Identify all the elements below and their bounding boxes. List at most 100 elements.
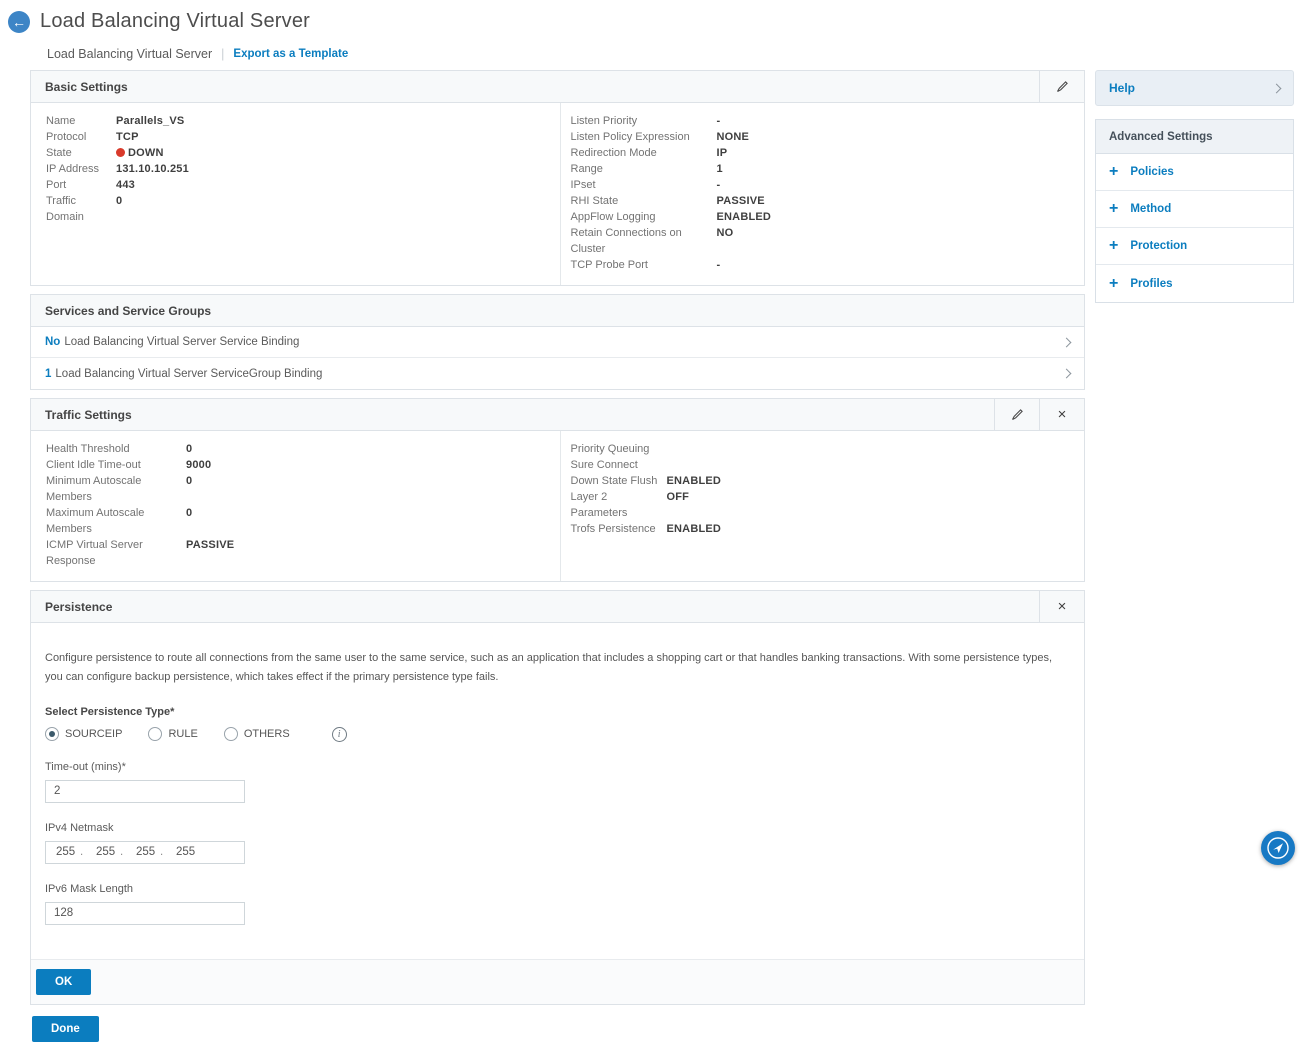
back-button[interactable]: ← [8, 11, 30, 33]
edit-traffic-settings-button[interactable] [994, 399, 1039, 430]
advanced-item-policies[interactable]: + Policies [1096, 154, 1293, 191]
ipv6-mask-field-group: IPv6 Mask Length [45, 883, 1070, 925]
persistence-footer: OK [31, 959, 1084, 1004]
advanced-item-label: Policies [1130, 166, 1173, 178]
field-value: 0 [186, 473, 192, 505]
field-value: IP [717, 145, 728, 161]
timeout-input[interactable] [45, 780, 245, 803]
close-persistence-button[interactable]: × [1039, 591, 1084, 622]
field-value: PASSIVE [186, 537, 234, 569]
detail-row: Listen Priority- [571, 113, 1085, 129]
field-label: State [46, 145, 116, 161]
services-card: Services and Service Groups No Load Bala… [30, 294, 1085, 390]
detail-row: Port443 [46, 177, 560, 193]
field-value: - [717, 113, 721, 129]
field-label: Layer 2 Parameters [571, 489, 667, 521]
plus-icon: + [1109, 238, 1118, 254]
field-value: ENABLED [667, 473, 722, 489]
field-value: 9000 [186, 457, 211, 473]
field-value: 0 [116, 193, 122, 225]
ipv4-netmask-input[interactable]: 255 . 255 . 255 . 255 [45, 841, 245, 864]
close-icon: × [1058, 406, 1067, 423]
plus-icon: + [1109, 201, 1118, 217]
detail-row: Retain Connections on ClusterNO [571, 225, 1085, 257]
field-label: Redirection Mode [571, 145, 717, 161]
detail-row: Minimum Autoscale Members0 [46, 473, 560, 505]
basic-settings-title: Basic Settings [31, 71, 1039, 102]
chevron-right-icon [1062, 337, 1072, 347]
breadcrumb: Load Balancing Virtual Server | Export a… [47, 47, 1307, 61]
ipv6-mask-input[interactable] [45, 902, 245, 925]
detail-row: NameParallels_VS [46, 113, 560, 129]
info-icon[interactable]: i [332, 727, 347, 742]
plus-icon: + [1109, 276, 1118, 292]
advanced-item-profiles[interactable]: + Profiles [1096, 265, 1293, 302]
octet[interactable]: 255 [56, 846, 80, 858]
chevron-right-icon [1272, 83, 1282, 93]
radio-sourceip[interactable]: SOURCEIP [45, 727, 122, 741]
detail-row: Down State FlushENABLED [571, 473, 1085, 489]
arrow-left-icon: ← [12, 15, 26, 29]
field-label: Sure Connect [571, 457, 667, 473]
state-indicator: DOWN [116, 145, 164, 161]
field-label: Retain Connections on Cluster [571, 225, 717, 257]
field-value: 1 [717, 161, 723, 177]
binding-text: Load Balancing Virtual Server Service Bi… [64, 336, 299, 348]
advanced-item-label: Protection [1130, 240, 1187, 252]
detail-row: ProtocolTCP [46, 129, 560, 145]
detail-row: RHI StatePASSIVE [571, 193, 1085, 209]
field-value: NONE [717, 129, 750, 145]
octet-separator: . [80, 846, 96, 858]
advanced-item-label: Profiles [1130, 278, 1172, 290]
persistence-type-radio-group: SOURCEIP RULE OTHERS i [45, 727, 1070, 742]
radio-rule[interactable]: RULE [148, 727, 197, 741]
advanced-item-label: Method [1130, 203, 1171, 215]
detail-row: TCP Probe Port- [571, 257, 1085, 273]
detail-row: Layer 2 ParametersOFF [571, 489, 1085, 521]
field-label: Port [46, 177, 116, 193]
field-value: TCP [116, 129, 139, 145]
radio-checked-icon [45, 727, 59, 741]
detail-row: Trofs PersistenceENABLED [571, 521, 1085, 537]
field-value: ENABLED [717, 209, 772, 225]
octet[interactable]: 255 [96, 846, 120, 858]
field-label: Down State Flush [571, 473, 667, 489]
traffic-settings-right-column: Priority Queuing Sure Connect Down State… [560, 431, 1085, 581]
radio-unchecked-icon [148, 727, 162, 741]
basic-settings-right-column: Listen Priority- Listen Policy Expressio… [560, 103, 1085, 285]
octet-separator: . [120, 846, 136, 858]
octet-separator: . [160, 846, 176, 858]
export-template-link[interactable]: Export as a Template [233, 48, 348, 60]
octet[interactable]: 255 [176, 846, 200, 858]
traffic-settings-card: Traffic Settings × Health Threshold0 Cli… [30, 398, 1085, 582]
field-label: Client Idle Time-out [46, 457, 186, 473]
servicegroup-binding-row[interactable]: 1 Load Balancing Virtual Server ServiceG… [31, 358, 1084, 389]
basic-settings-left-column: NameParallels_VS ProtocolTCP StateDOWN I… [31, 103, 560, 285]
traffic-settings-title: Traffic Settings [31, 399, 994, 430]
detail-row: IP Address131.10.10.251 [46, 161, 560, 177]
pencil-icon [1055, 79, 1070, 94]
edit-basic-settings-button[interactable] [1039, 71, 1084, 102]
field-label: Listen Policy Expression [571, 129, 717, 145]
right-sidebar: Help Advanced Settings + Policies + Meth… [1095, 70, 1294, 303]
persistence-description: Configure persistence to route all conne… [45, 649, 1070, 688]
field-label: Maximum Autoscale Members [46, 505, 186, 537]
plus-icon: + [1109, 164, 1118, 180]
field-label: ICMP Virtual Server Response [46, 537, 186, 569]
persistence-type-label: Select Persistence Type* [45, 706, 1070, 718]
close-traffic-settings-button[interactable]: × [1039, 399, 1084, 430]
field-label: IPset [571, 177, 717, 193]
octet[interactable]: 255 [136, 846, 160, 858]
service-binding-row[interactable]: No Load Balancing Virtual Server Service… [31, 327, 1084, 358]
done-button[interactable]: Done [32, 1016, 99, 1042]
help-panel[interactable]: Help [1095, 70, 1294, 106]
field-value: 0 [186, 441, 192, 457]
advanced-item-protection[interactable]: + Protection [1096, 228, 1293, 265]
ok-button[interactable]: OK [36, 969, 91, 995]
field-value: Parallels_VS [116, 113, 184, 129]
radio-others[interactable]: OTHERS [224, 727, 290, 741]
help-label: Help [1109, 81, 1135, 95]
advanced-item-method[interactable]: + Method [1096, 191, 1293, 228]
radio-label: SOURCEIP [65, 728, 122, 740]
feedback-button[interactable] [1261, 831, 1295, 865]
